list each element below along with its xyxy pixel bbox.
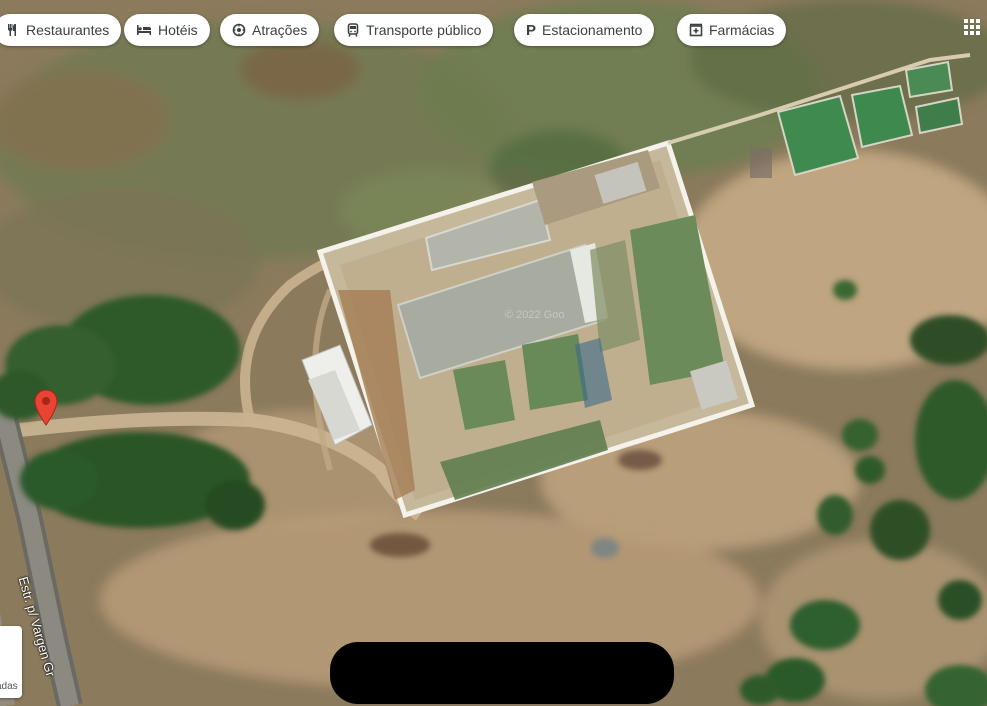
chip-label: Atrações bbox=[252, 22, 308, 38]
chip-attractions[interactable]: Atrações bbox=[220, 14, 320, 46]
pharmacy-icon bbox=[689, 23, 703, 37]
transit-icon bbox=[346, 23, 360, 37]
chip-transit[interactable]: Transporte público bbox=[334, 14, 494, 46]
satellite-map[interactable] bbox=[0, 0, 987, 706]
location-pin-icon[interactable] bbox=[33, 388, 59, 426]
chip-hotels[interactable]: Hotéis bbox=[124, 14, 210, 46]
chip-label: Farmácias bbox=[709, 22, 775, 38]
chip-pharmacies[interactable]: Farmácias bbox=[677, 14, 787, 46]
layers-tab-label: adas bbox=[0, 681, 18, 692]
map-watermark: © 2022 Goo bbox=[505, 309, 565, 321]
hotel-icon bbox=[136, 24, 152, 36]
parking-icon: P bbox=[526, 21, 537, 39]
chip-label: Transporte público bbox=[366, 22, 482, 38]
chip-parking[interactable]: P Estacionamento bbox=[514, 14, 655, 46]
restaurant-icon bbox=[6, 23, 20, 37]
layers-tab[interactable]: adas bbox=[0, 626, 22, 698]
attractions-icon bbox=[232, 23, 246, 37]
chip-label: Hotéis bbox=[158, 22, 198, 38]
apps-grid-icon[interactable] bbox=[962, 17, 982, 37]
chip-restaurants[interactable]: Restaurantes bbox=[0, 14, 122, 46]
redaction-bar bbox=[330, 642, 674, 704]
chip-label: Restaurantes bbox=[26, 22, 110, 38]
chip-label: Estacionamento bbox=[542, 22, 643, 38]
